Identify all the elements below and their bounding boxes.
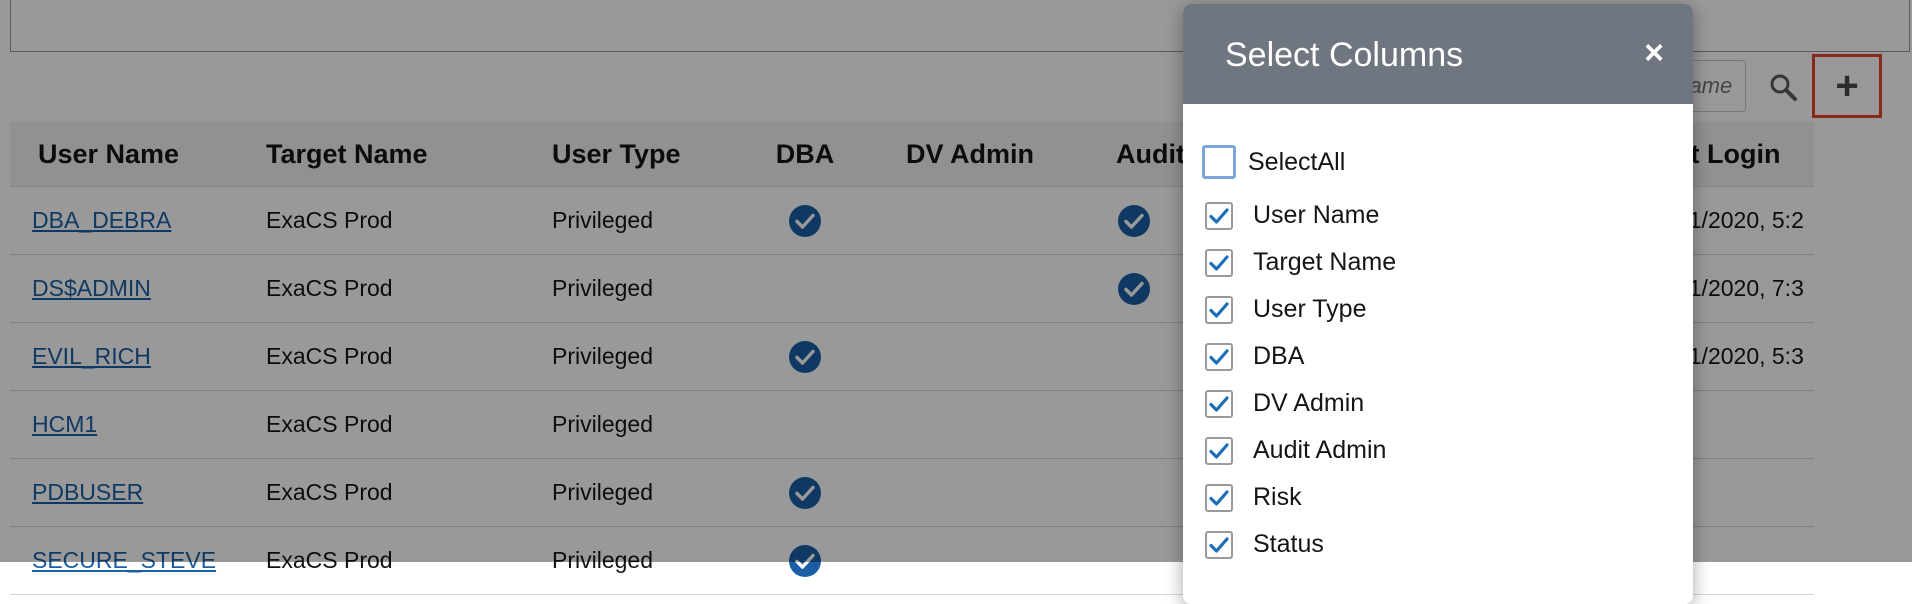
column-option-status[interactable]: Status [1205,521,1396,568]
status-checkbox[interactable] [1205,530,1233,559]
column-option-label: DBA [1253,342,1305,370]
dialog-header: Select Columns × [1183,4,1693,104]
select-columns-dialog: Select Columns × SelectAll User Name Targ… [1183,4,1693,604]
column-option-dv-admin[interactable]: DV Admin [1205,380,1396,427]
column-option-target-name[interactable]: Target Name [1205,239,1396,286]
dba-checkbox[interactable] [1205,342,1233,371]
close-icon[interactable]: × [1637,36,1671,70]
column-option-label: Audit Admin [1253,436,1387,464]
column-option-user-type[interactable]: User Type [1205,286,1396,333]
column-option-label: Risk [1253,483,1302,511]
select-all-label: SelectAll [1248,147,1346,176]
column-option-label: DV Admin [1253,389,1365,417]
column-option-risk[interactable]: Risk [1205,474,1396,521]
column-option-label: User Type [1253,295,1367,323]
user-name-checkbox[interactable] [1205,201,1233,230]
column-option-list: SelectAll User Name Target Name User Type D… [1202,136,1396,568]
select-all-checkbox[interactable] [1202,145,1236,179]
column-option-label: Status [1253,530,1324,558]
column-option-user-name[interactable]: User Name [1205,192,1396,239]
column-option-label: Target Name [1253,248,1397,276]
column-option-label: User Name [1253,201,1380,229]
select-all-option[interactable]: SelectAll [1202,136,1396,188]
audit-admin-checkbox[interactable] [1205,436,1233,465]
dialog-title: Select Columns [1225,36,1464,74]
column-option-dba[interactable]: DBA [1205,333,1396,380]
page: + User NameTarget NameUser TypeDBADV Adm… [0,0,1912,604]
user-type-checkbox[interactable] [1205,295,1233,324]
column-option-audit-admin[interactable]: Audit Admin [1205,427,1396,474]
target-name-checkbox[interactable] [1205,248,1233,277]
dv-admin-checkbox[interactable] [1205,389,1233,418]
risk-checkbox[interactable] [1205,483,1233,512]
